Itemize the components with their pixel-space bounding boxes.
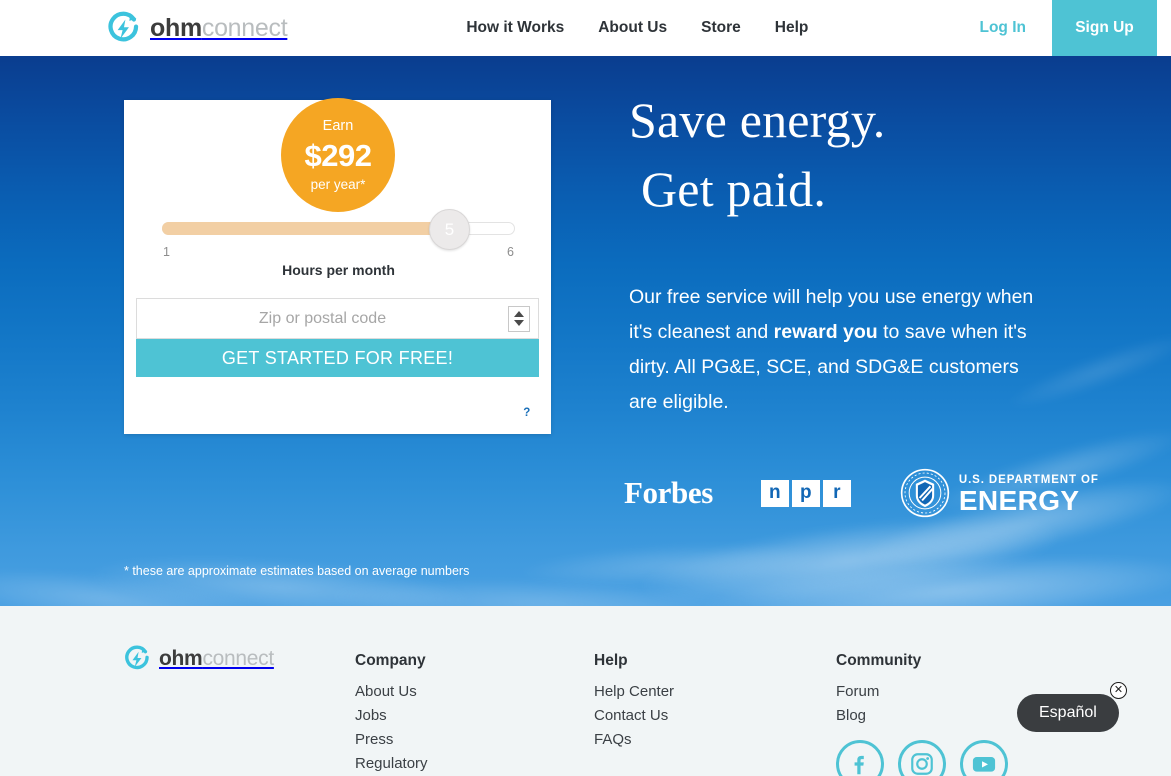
nav-item-how-it-works[interactable]: How it Works [449, 19, 581, 37]
youtube-icon[interactable] [960, 740, 1008, 776]
badge-amount: $292 [304, 137, 372, 173]
signup-button[interactable]: Sign Up [1052, 0, 1157, 56]
youtube-glyph [972, 757, 996, 772]
ohmconnect-logo-icon [108, 11, 139, 42]
footer-link-forum[interactable]: Forum [836, 683, 921, 700]
npr-letter-p: p [791, 479, 820, 507]
doe-logo: U.S. DEPARTMENT OF ENERGY [900, 468, 1099, 518]
footer-column-title-help: Help [594, 652, 628, 669]
header-auth-group: Log In Sign Up [954, 0, 1171, 56]
logo-word-ohm: ohm [150, 13, 202, 42]
footer-link-about-us[interactable]: About Us [355, 683, 428, 700]
headline-line-2: Get paid. [641, 161, 827, 217]
badge-earn-label: Earn [322, 118, 354, 134]
login-link[interactable]: Log In [954, 0, 1053, 56]
footer-logo-word-ohm: ohm [159, 646, 203, 670]
site-header: ohmconnect How it Works About Us Store H… [0, 0, 1171, 56]
zip-input[interactable] [137, 299, 508, 338]
hours-slider[interactable]: 5 [162, 209, 515, 250]
zip-stepper[interactable] [508, 305, 530, 332]
npr-letter-r: r [822, 479, 851, 507]
doe-wordmark: U.S. DEPARTMENT OF ENERGY [959, 471, 1099, 515]
headline-line-1: Save energy. [629, 92, 886, 148]
footer-column-help: Help Help Center Contact Us FAQs [594, 652, 674, 755]
registration-note-row: To finish your registration, you'll need… [124, 404, 564, 421]
doe-seal-icon [900, 468, 950, 518]
slider-min-label: 1 [163, 245, 170, 259]
footer-ohmconnect-logo-icon [125, 645, 149, 670]
instagram-icon[interactable] [898, 740, 946, 776]
page-root: ohmconnect How it Works About Us Store H… [0, 0, 1171, 776]
header-right-spacer [1157, 0, 1171, 56]
site-logo[interactable]: ohmconnect [107, 0, 288, 56]
footer-column-company: Company About Us Jobs Press Regulatory [355, 652, 428, 776]
logo-word-connect: connect [201, 13, 288, 42]
doe-line-2: ENERGY [958, 485, 1080, 516]
registration-note: To finish your registration, you'll need… [124, 405, 507, 420]
footer-column-title-company: Company [355, 652, 426, 669]
zip-field-row [136, 298, 539, 339]
subcopy-emphasis: reward you [773, 320, 878, 343]
footer-link-contact-us[interactable]: Contact Us [594, 707, 674, 724]
footer-link-press[interactable]: Press [355, 731, 428, 748]
npr-logo: n p r [760, 479, 854, 507]
stepper-up-icon[interactable] [514, 311, 524, 317]
nav-item-about-us[interactable]: About Us [581, 19, 684, 37]
main-navigation: How it Works About Us Store Help [449, 0, 825, 56]
badge-period-label: per year* [310, 176, 366, 192]
hero-subcopy: Our free service will help you use energ… [629, 280, 1049, 420]
nav-item-store[interactable]: Store [684, 19, 758, 37]
press-logos: Forbes n p r U.S. DEPARTMENT OF ENERGY [624, 468, 1099, 518]
footer-column-title-community: Community [836, 652, 922, 669]
footer-social-links [836, 740, 1008, 776]
footer-link-jobs[interactable]: Jobs [355, 707, 428, 724]
footer-link-help-center[interactable]: Help Center [594, 683, 674, 700]
facebook-icon[interactable] [836, 740, 884, 776]
logo-wordmark: ohmconnect [150, 13, 288, 43]
footer-logo-wordmark: ohmconnect [159, 647, 274, 671]
get-started-button[interactable]: GET STARTED FOR FREE! [136, 339, 539, 377]
npr-letter-n: n [760, 479, 789, 507]
facebook-glyph [854, 755, 864, 775]
slider-caption: Hours per month [282, 262, 395, 278]
footer-link-faqs[interactable]: FAQs [594, 731, 674, 748]
slider-fill [162, 222, 448, 235]
instagram-glyph [911, 753, 933, 775]
hours-slider-group: 5 1 6 Hours per month [162, 209, 515, 278]
nav-item-help[interactable]: Help [758, 19, 826, 37]
hero-headline: Save energy. Get paid. [629, 86, 1099, 224]
footer-link-regulatory[interactable]: Regulatory [355, 755, 428, 772]
close-icon[interactable]: ✕ [1110, 682, 1127, 699]
hero-copy: Save energy. Get paid. Our free service … [629, 86, 1099, 420]
estimates-footnote: * these are approximate estimates based … [124, 564, 470, 578]
earnings-badge: Earn $292 per year* [281, 98, 395, 212]
footer-logo[interactable]: ohmconnect [124, 645, 274, 672]
footer-logo-word-connect: connect [202, 646, 274, 670]
language-switch-button[interactable]: Español [1017, 694, 1119, 732]
slider-range-labels: 1 6 [162, 245, 515, 261]
stepper-down-icon[interactable] [514, 320, 524, 326]
footer-column-community: Community Forum Blog [836, 652, 921, 731]
slider-max-label: 6 [507, 245, 514, 259]
help-question-icon[interactable]: ? [518, 404, 536, 421]
slider-handle[interactable]: 5 [429, 209, 470, 250]
footer-link-blog[interactable]: Blog [836, 707, 921, 724]
forbes-logo: Forbes [624, 475, 713, 510]
